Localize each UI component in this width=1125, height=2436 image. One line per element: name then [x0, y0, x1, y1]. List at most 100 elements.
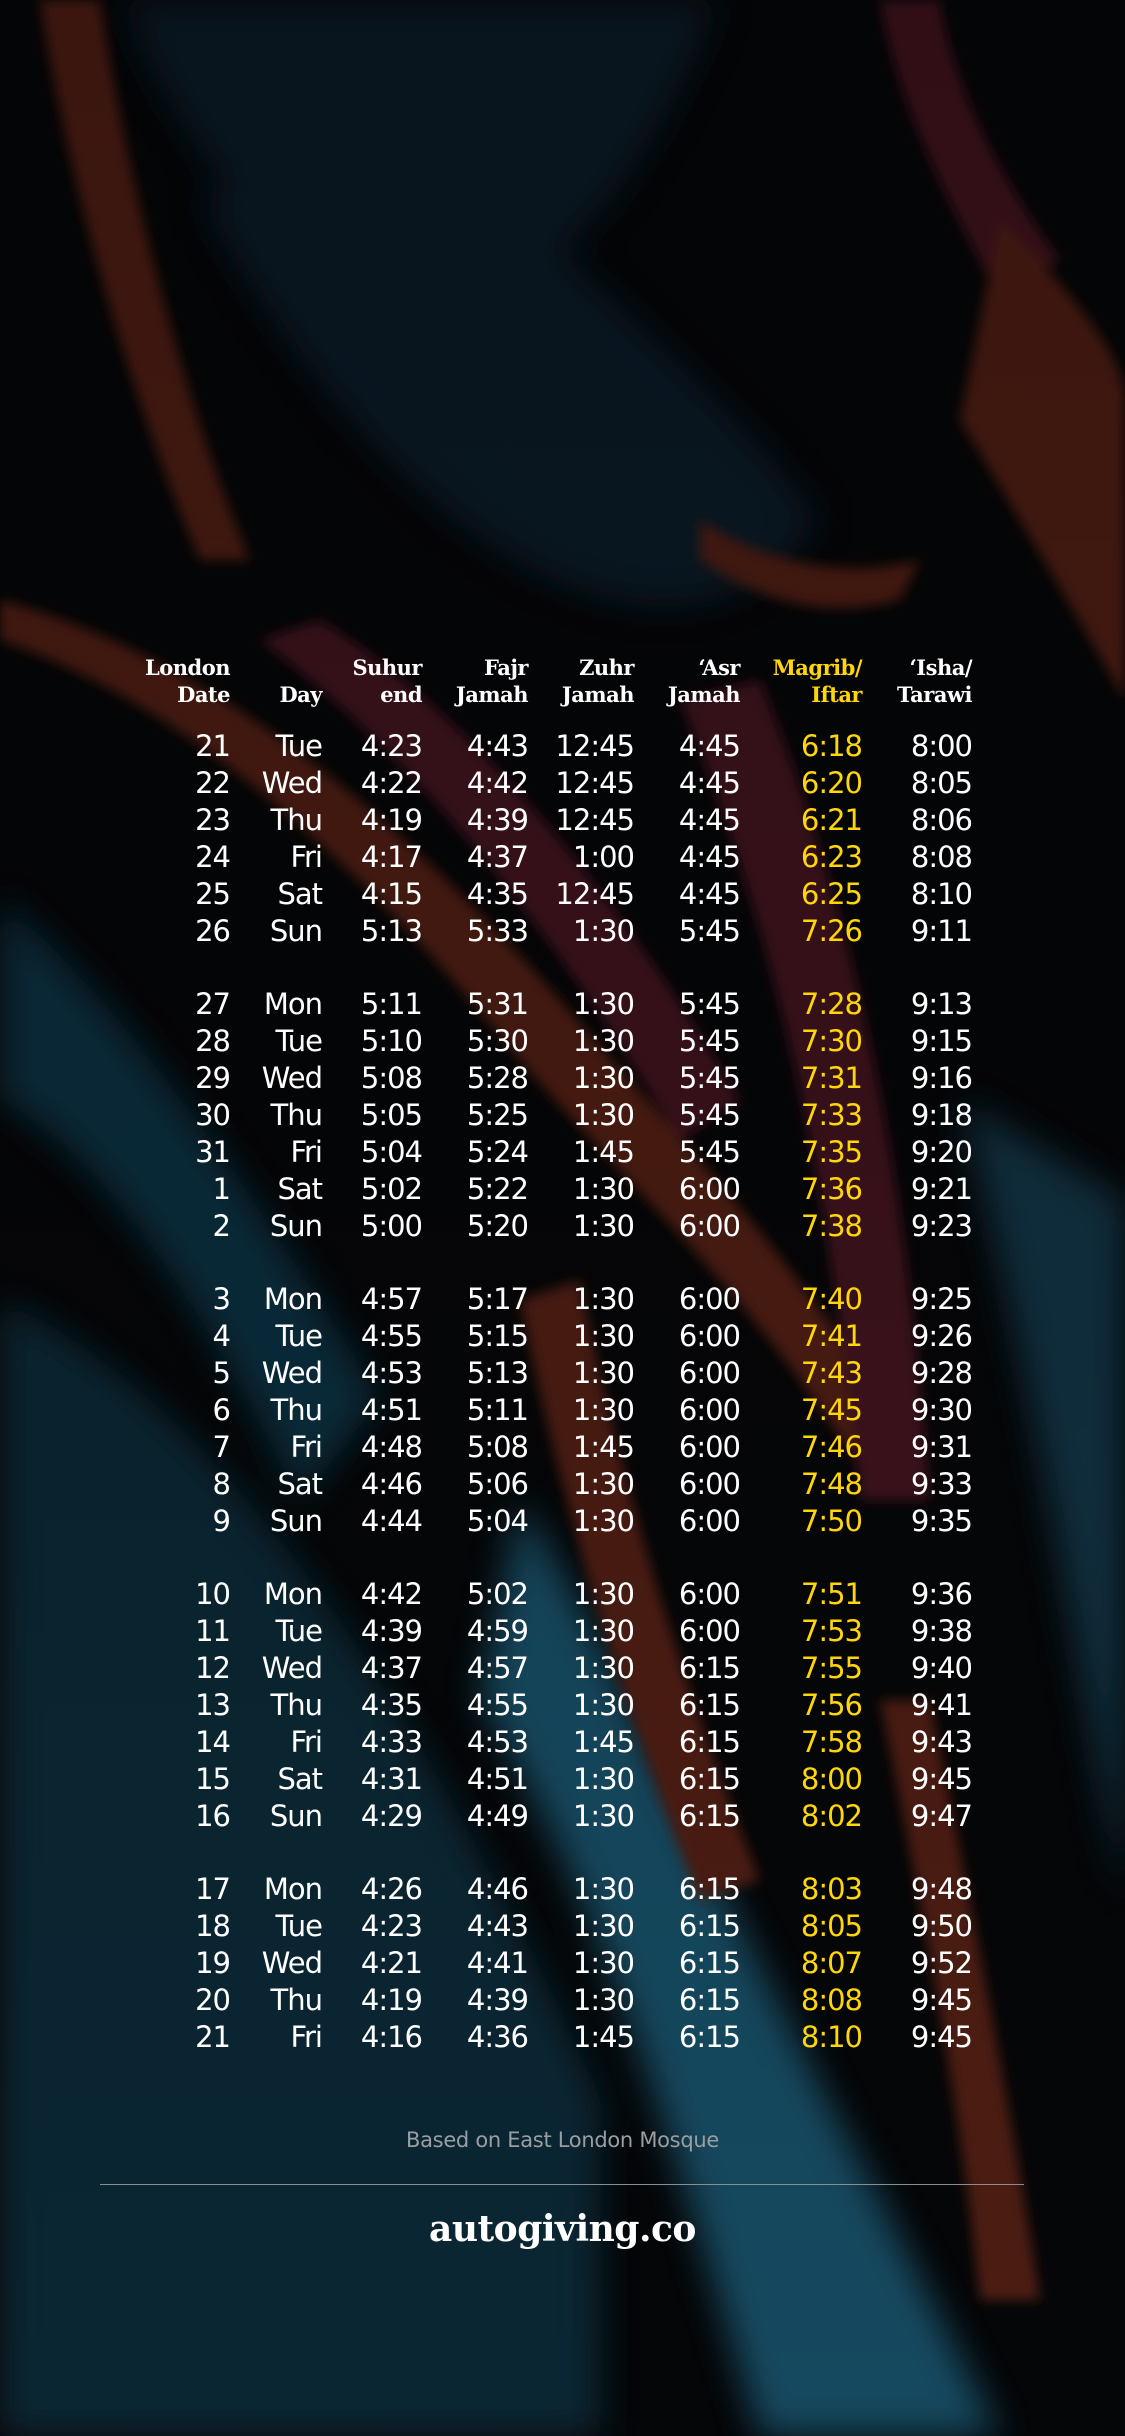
cell-fajr-jamah: 5:20 — [466, 1209, 529, 1243]
cell-magrib-iftar: 8:00 — [800, 1762, 863, 1796]
cell-suhur-end: 4:16 — [360, 2020, 423, 2054]
cell-zuhr-jamah: 1:30 — [572, 1688, 635, 1722]
cell-day: Mon — [263, 987, 323, 1021]
cell-isha-tarawi: 9:20 — [910, 1135, 973, 1169]
cell-asr-jamah: 6:15 — [678, 2020, 741, 2054]
cell-asr-jamah: 6:00 — [678, 1393, 741, 1427]
table-row: 12 Wed 4:37 4:57 1:30 6:15 7:55 9:40 — [0, 1650, 1125, 1687]
cell-isha-tarawi: 9:33 — [910, 1467, 973, 1501]
cell-isha-tarawi: 9:45 — [910, 2020, 973, 2054]
cell-fajr-jamah: 4:53 — [466, 1725, 529, 1759]
table-row: 19 Wed 4:21 4:41 1:30 6:15 8:07 9:52 — [0, 1945, 1125, 1982]
cell-fajr-jamah: 5:24 — [466, 1135, 529, 1169]
cell-magrib-iftar: 8:02 — [800, 1799, 863, 1833]
cell-fajr-jamah: 5:31 — [466, 987, 529, 1021]
cell-date: 22 — [195, 766, 231, 800]
cell-magrib-iftar: 6:18 — [800, 729, 863, 763]
cell-date: 14 — [195, 1725, 231, 1759]
cell-date: 10 — [195, 1577, 231, 1611]
cell-suhur-end: 4:21 — [360, 1946, 423, 1980]
cell-day: Mon — [263, 1577, 323, 1611]
cell-suhur-end: 4:42 — [360, 1577, 423, 1611]
cell-magrib-iftar: 6:25 — [800, 877, 863, 911]
cell-magrib-iftar: 6:21 — [800, 803, 863, 837]
cell-zuhr-jamah: 1:30 — [572, 1467, 635, 1501]
cell-zuhr-jamah: 1:30 — [572, 914, 635, 948]
cell-fajr-jamah: 5:17 — [466, 1282, 529, 1316]
cell-asr-jamah: 6:00 — [678, 1614, 741, 1648]
cell-fajr-jamah: 4:39 — [466, 1983, 529, 2017]
header-magrib-iftar: Magrib/Iftar — [772, 655, 863, 707]
cell-fajr-jamah: 5:15 — [466, 1319, 529, 1353]
cell-zuhr-jamah: 1:30 — [572, 1577, 635, 1611]
cell-asr-jamah: 6:00 — [678, 1356, 741, 1390]
cell-zuhr-jamah: 1:30 — [572, 1909, 635, 1943]
cell-day: Thu — [270, 1688, 323, 1722]
cell-date: 7 — [212, 1430, 231, 1464]
table-row: 20 Thu 4:19 4:39 1:30 6:15 8:08 9:45 — [0, 1982, 1125, 2019]
cell-zuhr-jamah: 1:30 — [572, 1024, 635, 1058]
table-row: 7 Fri 4:48 5:08 1:45 6:00 7:46 9:31 — [0, 1429, 1125, 1466]
cell-fajr-jamah: 4:55 — [466, 1688, 529, 1722]
cell-isha-tarawi: 9:25 — [910, 1282, 973, 1316]
cell-fajr-jamah: 4:42 — [466, 766, 529, 800]
cell-asr-jamah: 6:15 — [678, 1799, 741, 1833]
cell-asr-jamah: 6:00 — [678, 1209, 741, 1243]
cell-isha-tarawi: 9:45 — [910, 1762, 973, 1796]
cell-zuhr-jamah: 1:30 — [572, 1504, 635, 1538]
table-row: 26 Sun 5:13 5:33 1:30 5:45 7:26 9:11 — [0, 913, 1125, 950]
cell-date: 18 — [195, 1909, 231, 1943]
cell-asr-jamah: 6:00 — [678, 1467, 741, 1501]
cell-day: Thu — [270, 1983, 323, 2017]
cell-date: 16 — [195, 1799, 231, 1833]
table-row: 8 Sat 4:46 5:06 1:30 6:00 7:48 9:33 — [0, 1466, 1125, 1503]
cell-asr-jamah: 6:00 — [678, 1282, 741, 1316]
table-row: 25 Sat 4:15 4:35 12:45 4:45 6:25 8:10 — [0, 876, 1125, 913]
cell-suhur-end: 4:17 — [360, 840, 423, 874]
cell-suhur-end: 5:10 — [360, 1024, 423, 1058]
cell-fajr-jamah: 5:02 — [466, 1577, 529, 1611]
cell-asr-jamah: 4:45 — [678, 803, 741, 837]
cell-magrib-iftar: 7:40 — [800, 1282, 863, 1316]
cell-day: Tue — [275, 1319, 323, 1353]
cell-date: 26 — [195, 914, 231, 948]
table-row: 17 Mon 4:26 4:46 1:30 6:15 8:03 9:48 — [0, 1871, 1125, 1908]
cell-day: Sun — [269, 1799, 323, 1833]
cell-day: Sat — [277, 877, 323, 911]
cell-day: Sun — [269, 914, 323, 948]
cell-suhur-end: 4:51 — [360, 1393, 423, 1427]
cell-asr-jamah: 4:45 — [678, 766, 741, 800]
cell-suhur-end: 4:46 — [360, 1467, 423, 1501]
cell-isha-tarawi: 9:52 — [910, 1946, 973, 1980]
cell-suhur-end: 4:33 — [360, 1725, 423, 1759]
cell-magrib-iftar: 8:08 — [800, 1983, 863, 2017]
cell-date: 5 — [212, 1356, 231, 1390]
cell-day: Wed — [261, 766, 323, 800]
cell-zuhr-jamah: 1:30 — [572, 1799, 635, 1833]
cell-magrib-iftar: 6:23 — [800, 840, 863, 874]
cell-asr-jamah: 6:15 — [678, 1946, 741, 1980]
table-row: 27 Mon 5:11 5:31 1:30 5:45 7:28 9:13 — [0, 986, 1125, 1023]
table-row: 6 Thu 4:51 5:11 1:30 6:00 7:45 9:30 — [0, 1392, 1125, 1429]
cell-suhur-end: 4:22 — [360, 766, 423, 800]
cell-asr-jamah: 6:00 — [678, 1577, 741, 1611]
cell-date: 30 — [195, 1098, 231, 1132]
cell-suhur-end: 4:31 — [360, 1762, 423, 1796]
cell-isha-tarawi: 9:15 — [910, 1024, 973, 1058]
cell-suhur-end: 4:57 — [360, 1282, 423, 1316]
cell-fajr-jamah: 4:35 — [466, 877, 529, 911]
brand-link[interactable]: autogiving.co — [0, 2208, 1125, 2250]
cell-day: Fri — [290, 2020, 323, 2054]
header-asr: ‘Asr Jamah — [667, 655, 741, 707]
cell-date: 3 — [212, 1282, 231, 1316]
cell-date: 27 — [195, 987, 231, 1021]
cell-magrib-iftar: 7:28 — [800, 987, 863, 1021]
cell-isha-tarawi: 8:00 — [910, 729, 973, 763]
prayer-timetable: London Date Day Suhur end Fajr Jamah Zuhr Ja… — [0, 0, 1125, 2436]
table-row: 15 Sat 4:31 4:51 1:30 6:15 8:00 9:45 — [0, 1761, 1125, 1798]
cell-zuhr-jamah: 1:30 — [572, 1319, 635, 1353]
cell-day: Sat — [277, 1172, 323, 1206]
cell-fajr-jamah: 4:49 — [466, 1799, 529, 1833]
header-date: London Date — [145, 655, 231, 707]
cell-zuhr-jamah: 1:30 — [572, 1098, 635, 1132]
